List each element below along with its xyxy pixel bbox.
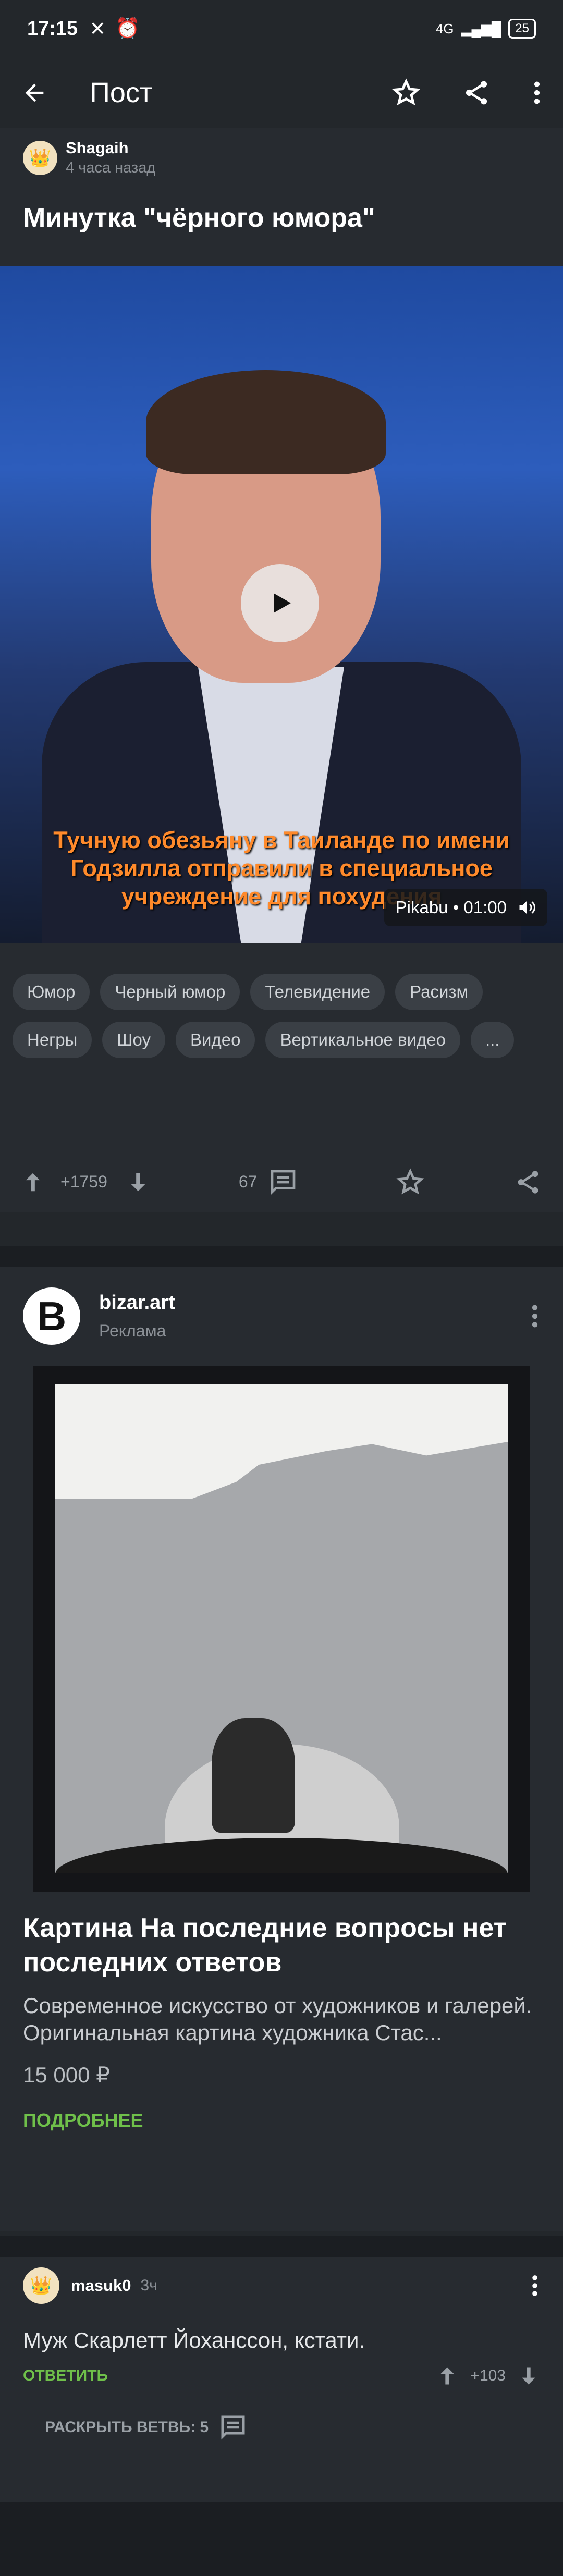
signal-icon: ▂▄▆█ [461, 20, 501, 36]
post-author-row[interactable]: 👑 Shagaih 4 часа назад [0, 128, 563, 188]
advertiser-name[interactable]: bizar.art [99, 1292, 175, 1314]
more-vert-icon[interactable] [532, 78, 542, 107]
comment-more-vert-icon[interactable] [530, 2272, 540, 2299]
downvote-icon[interactable] [126, 1170, 150, 1194]
status-time: 17:15 [27, 17, 78, 40]
tag-chip[interactable]: Негры [13, 1022, 92, 1058]
author-name[interactable]: Shagaih [66, 139, 155, 157]
tag-chip[interactable]: Телевидение [250, 974, 385, 1010]
post-action-bar: +1759 67 [0, 1152, 563, 1212]
ad-more-link[interactable]: ПОДРОБНЕЕ [0, 2088, 563, 2131]
ad-card[interactable]: B bizar.art Реклама Картина На последние… [0, 1267, 563, 2231]
ad-image[interactable] [33, 1366, 530, 1892]
back-arrow-icon[interactable] [21, 79, 48, 106]
video-info-badge: Pikabu • 01:00 [384, 889, 547, 926]
comment-icon [268, 1168, 298, 1197]
post-share-icon[interactable] [514, 1168, 542, 1196]
tag-chip[interactable]: Шоу [102, 1022, 166, 1058]
tag-chip[interactable]: Расизм [395, 974, 483, 1010]
section-divider [0, 1246, 563, 1267]
battery-indicator: 25 [508, 19, 536, 39]
post-title: Минутка "чёрного юмора" [23, 203, 375, 233]
commenter-avatar[interactable]: 👑 [23, 2267, 59, 2304]
expand-branch-label: РАСКРЫТЬ ВЕТВЬ: 5 [45, 2419, 209, 2436]
branch-comment-icon [219, 2413, 247, 2442]
comment-time: 3ч [140, 2277, 157, 2294]
save-star-icon[interactable] [396, 1168, 425, 1197]
comment-upvote-icon[interactable] [436, 2364, 459, 2387]
status-bar: 17:15 ✕ ⏰ 4G ▂▄▆█ 25 [0, 0, 563, 57]
section-divider [0, 2236, 563, 2257]
advertiser-logo[interactable]: B [23, 1287, 80, 1345]
post-timestamp: 4 часа назад [66, 160, 156, 176]
post-card: 👑 Shagaih 4 часа назад Минутка "чёрного … [0, 128, 563, 1212]
reply-button[interactable]: ОТВЕТИТЬ [23, 2367, 108, 2385]
author-avatar[interactable]: 👑 [23, 140, 57, 175]
post-rating: +1759 [60, 1172, 107, 1191]
expand-branch-button[interactable]: РАСКРЫТЬ ВЕТВЬ: 5 [0, 2387, 563, 2442]
ad-price: 15 000 ₽ [23, 2063, 110, 2087]
tag-chip[interactable]: Видео [176, 1022, 255, 1058]
comments-button[interactable]: 67 [239, 1168, 298, 1197]
video-player[interactable]: Тучную обезьяну в Таиланде по имени Годз… [0, 266, 563, 943]
comment-text: Муж Скарлетт Йоханссон, кстати. [23, 2328, 365, 2352]
share-icon[interactable] [462, 78, 491, 107]
network-label: 4G [435, 20, 454, 36]
favorite-star-icon[interactable] [391, 78, 421, 108]
alarm-icon: ⏰ [115, 17, 140, 40]
bottom-bar [0, 2502, 563, 2576]
commenter-name[interactable]: masuk0 [71, 2276, 131, 2295]
ad-label: Реклама [99, 1321, 166, 1340]
tag-chip[interactable]: Вертикальное видео [265, 1022, 460, 1058]
tag-list: Юмор Черный юмор Телевидение Расизм Негр… [0, 943, 563, 1152]
ad-description: Современное искусство от художников и га… [23, 1993, 532, 2045]
upvote-icon[interactable] [21, 1170, 45, 1194]
video-source-duration: Pikabu • 01:00 [395, 898, 507, 917]
tag-chip[interactable]: Черный юмор [100, 974, 240, 1010]
more-tags-chip[interactable]: ... [470, 1022, 515, 1058]
comment-rating: +103 [470, 2367, 506, 2384]
ad-title[interactable]: Картина На последние вопросы нет последн… [0, 1892, 563, 1980]
volume-icon[interactable] [517, 898, 536, 917]
comment-item: 👑 masuk0 3ч Муж Скарлетт Йоханссон, кста… [0, 2257, 563, 2502]
play-button[interactable] [241, 564, 319, 642]
comment-downvote-icon[interactable] [517, 2364, 540, 2387]
app-bar: Пост [0, 57, 563, 128]
ad-more-vert-icon[interactable] [530, 1302, 540, 1331]
page-title: Пост [90, 77, 153, 108]
tag-chip[interactable]: Юмор [13, 974, 90, 1010]
mute-icon: ✕ [89, 18, 106, 40]
comments-count: 67 [238, 1172, 258, 1191]
